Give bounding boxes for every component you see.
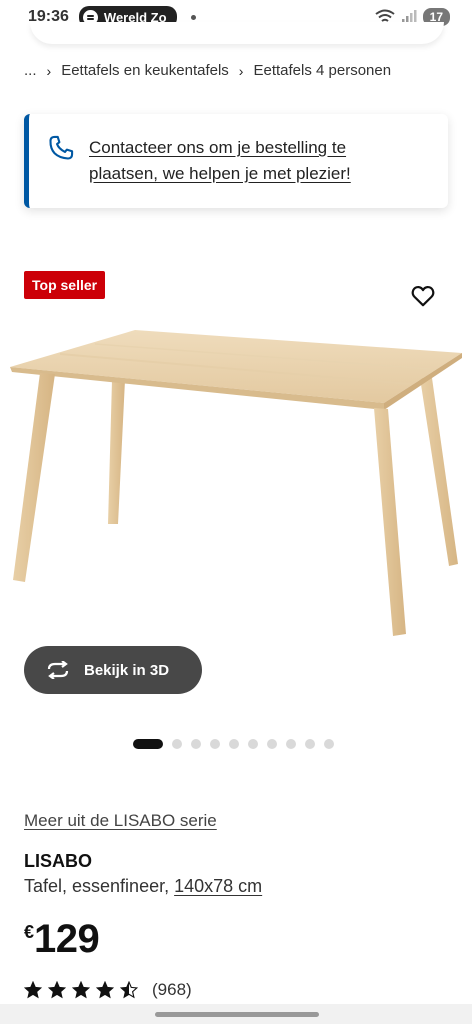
breadcrumb-ellipsis[interactable]: ...: [24, 62, 37, 79]
breadcrumb: ... › Eettafels en keukentafels › Eettaf…: [24, 62, 391, 79]
image-pagination[interactable]: [133, 739, 334, 749]
pagination-dot[interactable]: [133, 739, 163, 749]
star-icon: [72, 981, 90, 999]
review-count[interactable]: (968): [152, 980, 192, 1000]
pagination-dot[interactable]: [248, 739, 258, 749]
home-indicator[interactable]: [155, 1012, 319, 1017]
top-seller-badge: Top seller: [24, 271, 106, 299]
view-in-3d-label: Bekijk in 3D: [84, 661, 170, 679]
series-link[interactable]: Meer uit de LISABO serie: [24, 811, 217, 831]
pagination-dot[interactable]: [191, 739, 201, 749]
product-price: € 129: [24, 916, 100, 962]
star-icon: [120, 981, 138, 999]
contact-card[interactable]: Contacteer ons om je bestelling te plaat…: [24, 114, 448, 208]
chevron-right-icon: ›: [46, 62, 52, 79]
pagination-dot[interactable]: [172, 739, 182, 749]
breadcrumb-item-eettafels-4-personen[interactable]: Eettafels 4 personen: [253, 62, 391, 79]
price-currency: €: [24, 922, 35, 942]
product-rating[interactable]: (968): [24, 980, 192, 1000]
product-name: LISABO: [24, 851, 93, 871]
product-image-table[interactable]: [0, 320, 472, 650]
pagination-dot[interactable]: [267, 739, 277, 749]
breadcrumb-item-eettafels-keukentafels[interactable]: Eettafels en keukentafels: [61, 62, 229, 79]
pagination-dot[interactable]: [305, 739, 315, 749]
chevron-right-icon: ›: [238, 62, 244, 79]
heart-icon[interactable]: [410, 283, 436, 309]
phone-icon: [49, 135, 74, 160]
pagination-dot[interactable]: [286, 739, 296, 749]
pagination-dot[interactable]: [229, 739, 239, 749]
product-description: Tafel, essenfineer, 140x78 cm: [24, 876, 262, 897]
pagination-dot[interactable]: [324, 739, 334, 749]
star-icon: [96, 981, 114, 999]
search-bar-edge[interactable]: [30, 22, 444, 44]
product-dimensions-link[interactable]: 140x78 cm: [174, 876, 262, 896]
view-in-3d-button[interactable]: Bekijk in 3D: [24, 646, 202, 694]
star-icon: [24, 981, 42, 999]
product-type: Tafel, essenfineer,: [24, 876, 170, 896]
price-amount: 129: [34, 917, 100, 961]
star-icon: [48, 981, 66, 999]
rating-stars: [24, 981, 144, 999]
notification-dot: [190, 14, 196, 20]
gesture-bar: [0, 1004, 472, 1024]
rotate-3d-icon: [47, 661, 69, 679]
contact-link[interactable]: Contacteer ons om je bestelling te plaat…: [89, 135, 389, 187]
pagination-dot[interactable]: [210, 739, 220, 749]
